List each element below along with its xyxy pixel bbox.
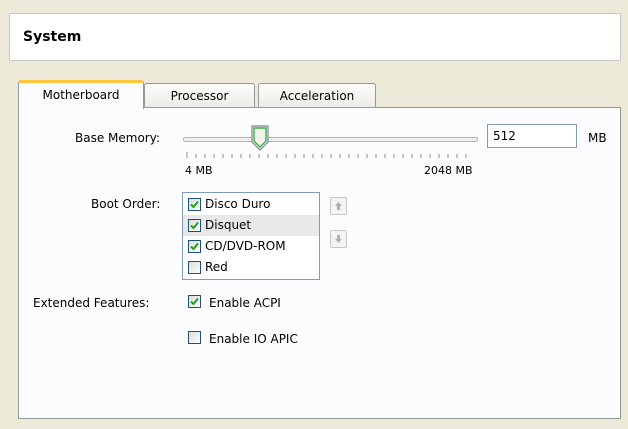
boot-item-label: Red — [205, 260, 228, 274]
boot-item-cd-dvd-rom[interactable]: CD/DVD-ROM — [183, 236, 319, 257]
boot-item-disco-duro[interactable]: Disco Duro — [183, 194, 319, 215]
tab-processor[interactable]: Processor — [144, 83, 255, 107]
base-memory-label: Base Memory: — [75, 131, 161, 145]
extended-features-label: Extended Features: — [33, 296, 150, 310]
boot-item-red[interactable]: Red — [183, 257, 319, 278]
section-title: System — [23, 29, 82, 45]
arrow-down-icon — [335, 235, 342, 243]
boot-item-label: Disquet — [205, 218, 252, 232]
boot-order-label: Boot Order: — [91, 197, 161, 211]
enable-io-apic-checkbox[interactable] — [188, 331, 201, 344]
boot-item-checkbox[interactable] — [188, 219, 201, 232]
memory-unit-label: MB — [588, 131, 607, 145]
memory-min-label: 4 MB — [185, 164, 213, 177]
arrow-up-icon — [335, 202, 342, 210]
memory-slider-track[interactable] — [183, 137, 478, 142]
enable-acpi-label[interactable]: Enable ACPI — [209, 296, 281, 310]
tab-motherboard[interactable]: Motherboard — [18, 80, 144, 109]
memory-max-label: 2048 MB — [424, 164, 473, 177]
memory-slider-thumb[interactable] — [250, 125, 270, 151]
memory-slider-ticks — [186, 152, 467, 158]
check-icon — [190, 242, 199, 251]
boot-item-checkbox[interactable] — [188, 240, 201, 253]
boot-item-label: Disco Duro — [205, 197, 271, 211]
move-up-button[interactable] — [330, 197, 347, 215]
check-icon — [190, 200, 199, 209]
memory-size-input[interactable] — [487, 124, 577, 148]
enable-acpi-checkbox[interactable] — [188, 295, 201, 308]
check-icon — [190, 297, 199, 306]
check-icon — [190, 221, 199, 230]
boot-item-checkbox[interactable] — [188, 198, 201, 211]
tab-acceleration[interactable]: Acceleration — [258, 83, 376, 107]
boot-item-label: CD/DVD-ROM — [205, 239, 286, 253]
section-header: System — [9, 13, 621, 61]
boot-item-checkbox[interactable] — [188, 261, 201, 274]
move-down-button[interactable] — [330, 230, 347, 248]
enable-io-apic-label[interactable]: Enable IO APIC — [209, 332, 298, 346]
boot-order-list: Disco Duro Disquet CD/DVD-ROM Red — [182, 192, 320, 280]
boot-item-disquet[interactable]: Disquet — [183, 215, 319, 236]
